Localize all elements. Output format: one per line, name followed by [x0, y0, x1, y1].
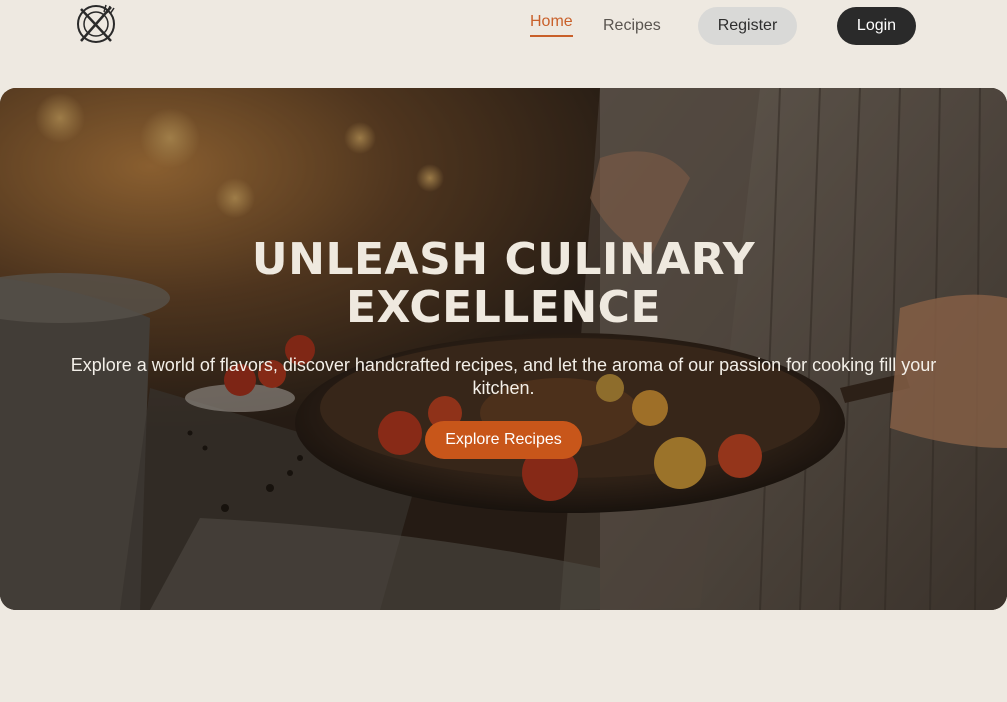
hero-title: UNLEASH CULINARY EXCELLENCE	[0, 236, 1007, 332]
login-button[interactable]: Login	[837, 7, 916, 45]
hero-title-line-2: EXCELLENCE	[345, 282, 662, 333]
hero-banner: UNLEASH CULINARY EXCELLENCE Explore a wo…	[0, 88, 1007, 610]
nav-recipes-link[interactable]: Recipes	[603, 17, 661, 35]
site-header: Home Recipes Register Login	[0, 0, 1007, 60]
nav-home-link[interactable]: Home	[530, 13, 573, 37]
hero-title-line-1: UNLEASH CULINARY	[251, 234, 756, 285]
plate-fork-knife-icon[interactable]	[75, 3, 117, 45]
hero-dark-overlay	[0, 88, 1007, 610]
register-button[interactable]: Register	[698, 7, 797, 45]
explore-recipes-button[interactable]: Explore Recipes	[425, 421, 582, 459]
hero-subtitle: Explore a world of flavors, discover han…	[70, 355, 937, 398]
